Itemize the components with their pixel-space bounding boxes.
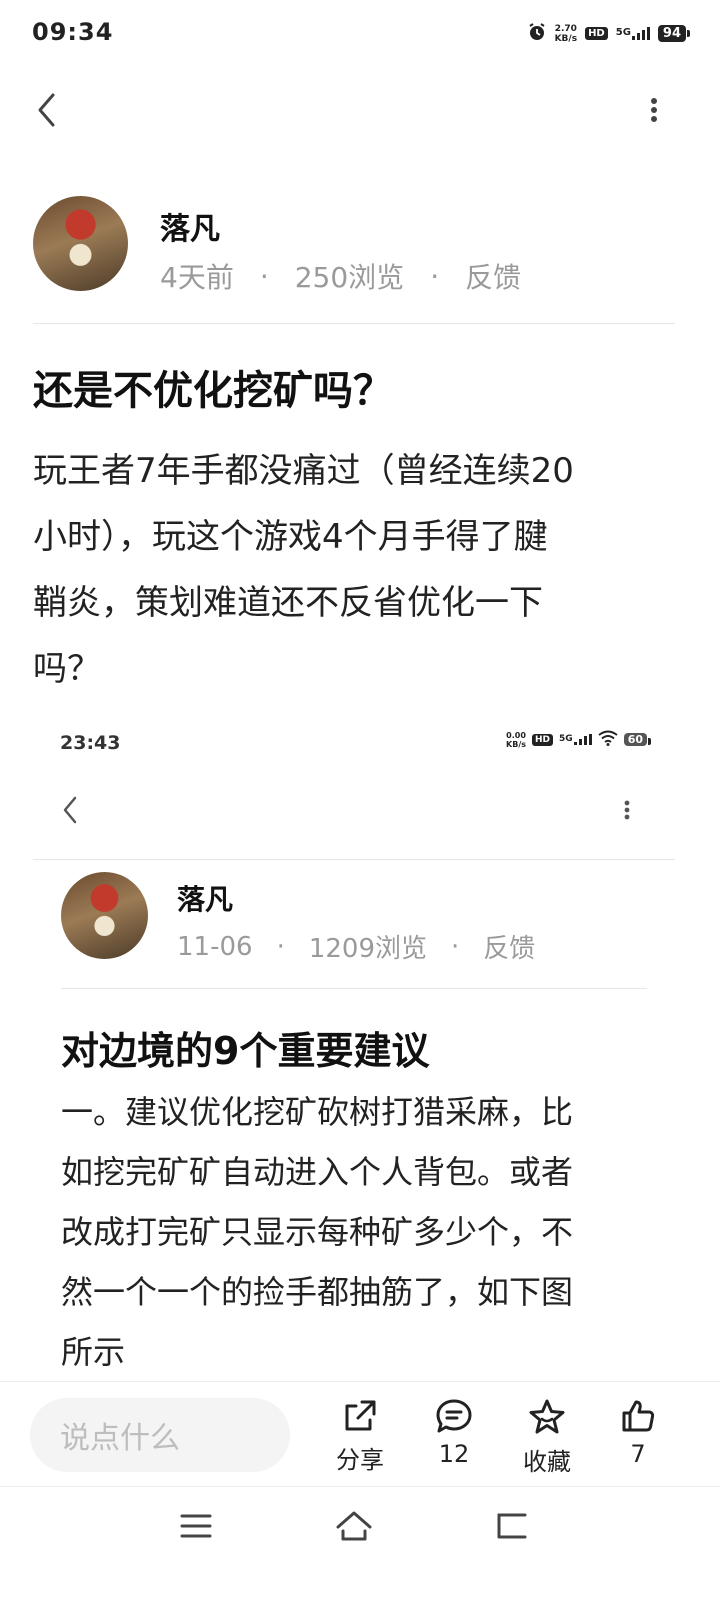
more-vertical-icon: [651, 98, 657, 122]
embedded-author-name: 落凡: [177, 883, 234, 916]
divider: [33, 323, 675, 324]
wifi-icon: [598, 730, 618, 749]
author-name[interactable]: 落凡: [160, 204, 220, 248]
embedded-post-meta: 11-06 · 1209浏览 · 反馈: [177, 928, 535, 965]
favorite-label: 收藏: [523, 1448, 571, 1476]
status-time: 09:34: [32, 18, 114, 46]
back-button[interactable]: [26, 88, 66, 132]
embedded-status-time: 23:43: [60, 732, 121, 754]
feedback-link: 反馈: [483, 934, 536, 964]
menu-icon: [180, 1514, 212, 1538]
return-icon: [497, 1513, 527, 1539]
like-button[interactable]: 7: [608, 1398, 668, 1468]
home-button[interactable]: [330, 1504, 378, 1548]
net-speed: 0.00 KB/s: [506, 730, 527, 749]
comments-count: 12: [438, 1440, 470, 1468]
menu-button[interactable]: [170, 1506, 222, 1546]
embedded-status-icons: 0.00 KB/s HD 5G 60: [506, 730, 652, 749]
status-icons: 2.70 KB/s HD 5G 94: [527, 22, 691, 45]
embedded-post-title: 对边境的9个重要建议: [61, 1029, 430, 1073]
share-button[interactable]: 分享: [328, 1398, 392, 1475]
star-icon: [529, 1399, 565, 1434]
thumbs-up-icon: [622, 1400, 655, 1432]
embedded-back-button: [55, 792, 85, 828]
share-icon: [345, 1400, 376, 1431]
view-count: 250浏览: [294, 261, 405, 294]
meta-separator: ·: [430, 259, 440, 293]
favorite-button[interactable]: 收藏: [514, 1398, 580, 1477]
share-label: 分享: [336, 1446, 384, 1474]
chevron-left-icon: [38, 93, 55, 127]
post-meta: 4天前 · 250浏览 · 反馈: [160, 256, 521, 296]
embedded-screenshot[interactable]: 23:43 0.00 KB/s HD 5G 60 落凡 11-06 · 1209浏…: [33, 712, 675, 1380]
signal-icon: 5G: [616, 27, 650, 40]
embedded-avatar: [61, 872, 148, 959]
meta-separator: ·: [259, 259, 269, 293]
hd-badge: HD: [585, 27, 608, 40]
divider: [33, 859, 675, 860]
home-icon: [336, 1511, 372, 1541]
avatar[interactable]: [33, 196, 128, 291]
meta-separator: ·: [451, 931, 460, 962]
divider: [61, 988, 647, 989]
battery-indicator: 94: [657, 25, 691, 42]
divider: [0, 1381, 720, 1382]
post-date: 11-06: [177, 931, 253, 962]
net-speed: 2.70 KB/s: [554, 23, 578, 44]
comment-icon: [436, 1399, 472, 1433]
hd-badge: HD: [532, 733, 554, 746]
more-vertical-icon: [624, 800, 630, 820]
signal-icon: 5G: [559, 734, 592, 745]
post-title: 还是不优化挖矿吗？: [33, 368, 393, 414]
post-body: 玩王者7年手都没痛过（曾经连续20 小时），玩这个游戏4个月手得了腱 鞘炎，策划…: [33, 451, 574, 689]
comment-input[interactable]: 说点什么: [30, 1398, 290, 1472]
likes-count: 7: [630, 1440, 646, 1468]
view-count: 1209浏览: [308, 934, 427, 964]
meta-separator: ·: [276, 931, 285, 962]
alarm-icon: [527, 22, 547, 45]
embedded-more-button: [615, 798, 639, 822]
divider: [0, 1486, 720, 1487]
comments-button[interactable]: 12: [422, 1398, 486, 1468]
feedback-link[interactable]: 反馈: [465, 256, 521, 296]
post-time: 4天前: [160, 261, 234, 294]
back-nav-button[interactable]: [488, 1506, 536, 1546]
embedded-post-body: 一。建议优化挖矿砍树打猎采麻，比 如挖完矿矿自动进入个人背包。或者 改成打完矿只…: [61, 1093, 574, 1371]
chevron-left-icon: [63, 796, 77, 824]
more-button[interactable]: [636, 92, 672, 128]
battery-indicator: 60: [623, 733, 652, 746]
